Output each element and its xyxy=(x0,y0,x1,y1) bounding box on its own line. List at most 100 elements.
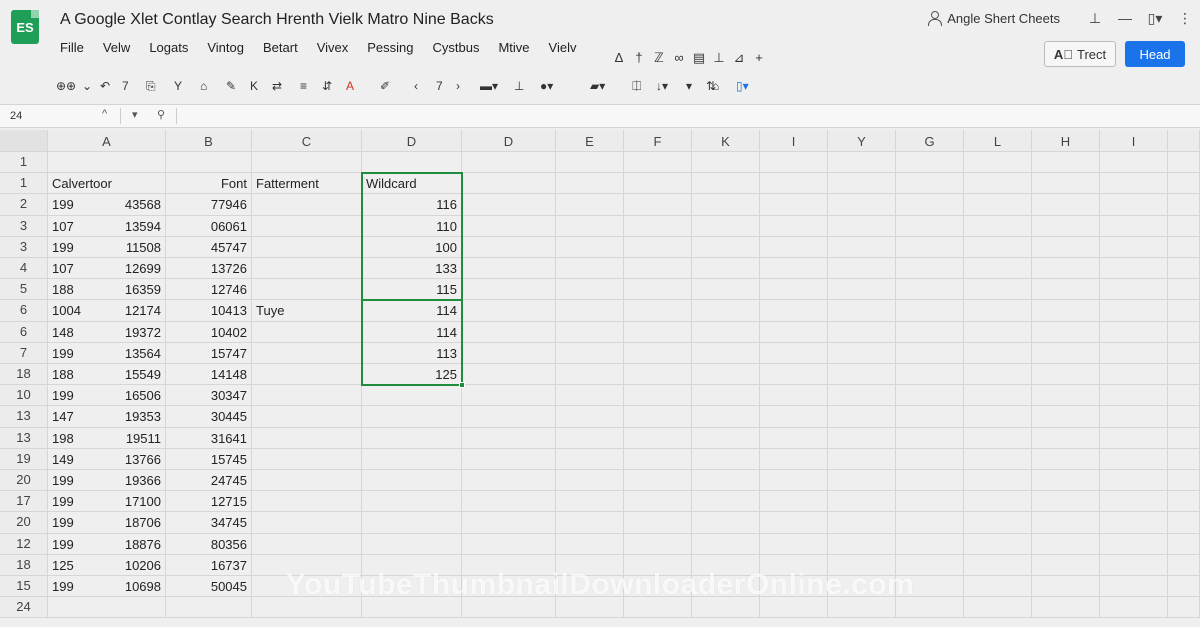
cell-empty[interactable] xyxy=(1168,152,1200,174)
cell-empty[interactable] xyxy=(828,533,896,555)
account-menu[interactable]: Angle Shert Cheets xyxy=(927,11,1060,26)
cell-d[interactable] xyxy=(362,448,462,470)
cell-c[interactable] xyxy=(252,215,362,237)
column-header[interactable]: B xyxy=(166,130,252,152)
chart-icon[interactable]: ⊥ xyxy=(712,50,726,66)
cell-empty[interactable] xyxy=(462,512,556,534)
cell-empty[interactable] xyxy=(828,406,896,428)
cell-b[interactable]: 06061 xyxy=(166,215,252,237)
cell-a[interactable]: 199 43568 xyxy=(48,194,166,216)
cell-empty[interactable] xyxy=(1032,364,1100,386)
cell-empty[interactable] xyxy=(1032,385,1100,407)
cell-empty[interactable] xyxy=(1168,194,1200,216)
cell-empty[interactable] xyxy=(692,406,760,428)
cell-d[interactable]: 116 xyxy=(362,194,462,216)
cell-empty[interactable] xyxy=(624,533,692,555)
menu-item-mtive[interactable]: Mtive xyxy=(498,40,539,55)
cell-empty[interactable] xyxy=(692,342,760,364)
cell-empty[interactable] xyxy=(896,236,964,258)
cell-empty[interactable] xyxy=(760,470,828,492)
cell-b[interactable]: 12715 xyxy=(166,491,252,513)
cell-empty[interactable] xyxy=(828,491,896,513)
cell-empty[interactable] xyxy=(1100,512,1168,534)
cell-empty[interactable] xyxy=(896,364,964,386)
sheets-logo-icon[interactable]: ES xyxy=(11,10,39,44)
cell-empty[interactable] xyxy=(828,427,896,449)
cell-empty[interactable] xyxy=(692,448,760,470)
insert-chart-icon[interactable]: ⎅ xyxy=(632,77,642,95)
cell-empty[interactable] xyxy=(760,236,828,258)
menu-item-betart[interactable]: Betart xyxy=(263,40,308,55)
pin-icon[interactable]: ⊥ xyxy=(1080,10,1110,27)
cell-empty[interactable] xyxy=(964,236,1032,258)
cell-a[interactable]: 188 16359 xyxy=(48,279,166,301)
cell-empty[interactable] xyxy=(462,194,556,216)
cell-b[interactable]: 14148 xyxy=(166,364,252,386)
row-header[interactable]: 5 xyxy=(0,279,48,301)
cell-empty[interactable] xyxy=(760,194,828,216)
cell-empty[interactable] xyxy=(1100,300,1168,322)
cell-empty[interactable] xyxy=(1100,448,1168,470)
cell-empty[interactable] xyxy=(760,258,828,280)
cell-empty[interactable] xyxy=(828,470,896,492)
primary-button[interactable]: Head xyxy=(1125,41,1185,67)
menu-item-vielv[interactable]: Vielv xyxy=(549,40,587,55)
cell-empty[interactable] xyxy=(462,364,556,386)
cell-empty[interactable] xyxy=(624,279,692,301)
cell-empty[interactable] xyxy=(556,512,624,534)
row-header[interactable]: 17 xyxy=(0,491,48,513)
cell-empty[interactable] xyxy=(896,173,964,195)
cell-empty[interactable] xyxy=(692,152,760,174)
cell-empty[interactable] xyxy=(462,385,556,407)
cell-empty[interactable] xyxy=(964,321,1032,343)
cell-empty[interactable] xyxy=(964,258,1032,280)
cell-empty[interactable] xyxy=(964,152,1032,174)
cell-empty[interactable] xyxy=(556,385,624,407)
cell-empty[interactable] xyxy=(1168,300,1200,322)
cell-empty[interactable] xyxy=(1032,279,1100,301)
cell-empty[interactable] xyxy=(624,152,692,174)
cell-empty[interactable] xyxy=(828,364,896,386)
cell-empty[interactable] xyxy=(624,427,692,449)
column-header[interactable] xyxy=(1168,130,1200,152)
cell-empty[interactable] xyxy=(964,491,1032,513)
cell-empty[interactable] xyxy=(828,342,896,364)
column-header[interactable]: K xyxy=(692,130,760,152)
cell-empty[interactable] xyxy=(964,533,1032,555)
cell-empty[interactable] xyxy=(556,491,624,513)
cell-b[interactable]: 24745 xyxy=(166,470,252,492)
cell-d[interactable] xyxy=(362,385,462,407)
cell-empty[interactable] xyxy=(1168,448,1200,470)
cell-empty[interactable] xyxy=(462,279,556,301)
cell-empty[interactable] xyxy=(828,173,896,195)
pencil-icon[interactable]: ✎ xyxy=(226,77,236,95)
cell-d[interactable]: 113 xyxy=(362,342,462,364)
cell-empty[interactable] xyxy=(1100,173,1168,195)
cell-d[interactable] xyxy=(362,152,462,174)
cell-c[interactable] xyxy=(252,364,362,386)
slash-icon[interactable]: 7 xyxy=(436,77,443,95)
fill-handle[interactable] xyxy=(459,382,465,389)
cell-empty[interactable] xyxy=(462,448,556,470)
text-direction-icon[interactable]: Δ xyxy=(612,50,626,66)
row-header[interactable]: 20 xyxy=(0,512,48,534)
cell-b[interactable]: 15745 xyxy=(166,448,252,470)
cell-empty[interactable] xyxy=(692,194,760,216)
cell-empty[interactable] xyxy=(1168,512,1200,534)
cell-empty[interactable] xyxy=(896,215,964,237)
menu-item-vintog[interactable]: Vintog xyxy=(207,40,254,55)
cell-empty[interactable] xyxy=(1032,427,1100,449)
cell-b[interactable]: 31641 xyxy=(166,427,252,449)
row-header[interactable]: 7 xyxy=(0,342,48,364)
chevron-left-icon[interactable]: ‹ xyxy=(414,77,418,95)
insert-icon[interactable]: † xyxy=(632,50,646,66)
cell-empty[interactable] xyxy=(1168,491,1200,513)
cell-b[interactable]: 77946 xyxy=(166,194,252,216)
cell-c[interactable] xyxy=(252,385,362,407)
cell-d[interactable]: 114 xyxy=(362,300,462,322)
cell-empty[interactable] xyxy=(1100,385,1168,407)
cell-empty[interactable] xyxy=(462,533,556,555)
cell-b[interactable]: 10402 xyxy=(166,321,252,343)
cell-empty[interactable] xyxy=(964,173,1032,195)
cell-empty[interactable] xyxy=(1100,491,1168,513)
